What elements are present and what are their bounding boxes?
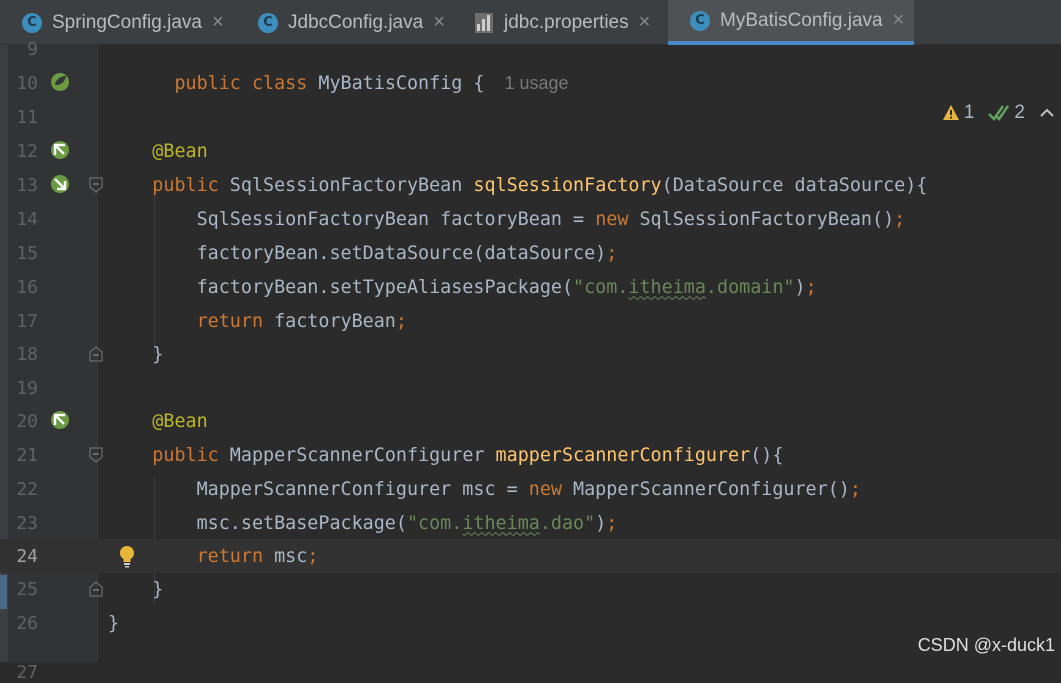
line-number: 13 (16, 174, 38, 196)
code-line: 10 public class MyBatisConfig {1 usage (0, 66, 1061, 100)
code-line: 20 @Bean (0, 404, 1061, 438)
code-line: 21 public MapperScannerConfigurer mapper… (0, 438, 1061, 472)
line-number: 19 (16, 377, 38, 399)
fold-end-icon[interactable] (89, 346, 103, 362)
close-tab-icon[interactable]: × (212, 11, 224, 34)
java-class-icon: C (690, 10, 710, 31)
java-class-icon: C (258, 12, 278, 33)
tab-label: JdbcConfig.java (288, 11, 424, 33)
close-tab-icon[interactable]: × (639, 11, 651, 34)
line-number: 14 (16, 208, 38, 230)
line-number: 27 (16, 662, 38, 683)
watermark: CSDN @x-duck1 (917, 635, 1055, 655)
code-line: 18 } (0, 337, 1061, 371)
line-number: 15 (16, 242, 38, 264)
line-number: 16 (16, 276, 38, 298)
tab-label: jdbc.properties (504, 11, 629, 33)
tab-label: MyBatisConfig.java (720, 9, 883, 31)
close-tab-icon[interactable]: × (433, 11, 445, 34)
navigate-bean-icon[interactable] (48, 408, 72, 432)
code-line: 22 MapperScannerConfigurer msc = new Map… (0, 472, 1061, 506)
line-number: 23 (16, 512, 38, 534)
code-line: 13 public SqlSessionFactoryBean sqlSessi… (0, 168, 1061, 202)
line-number: 12 (16, 140, 38, 162)
code-line-current: 24 return msc; (0, 539, 1061, 573)
usage-hint[interactable]: 1 usage (505, 73, 569, 93)
line-number: 26 (16, 612, 38, 634)
line-number: 18 (16, 343, 38, 365)
code-line: 11 (0, 100, 1061, 134)
line-number: 21 (16, 444, 38, 466)
code-line: 16 factoryBean.setTypeAliasesPackage("co… (0, 270, 1061, 304)
line-number: 10 (16, 72, 38, 94)
line-number: 17 (16, 310, 38, 332)
code-line: 26 } (0, 606, 1061, 640)
code-line: 14 SqlSessionFactoryBean factoryBean = n… (0, 202, 1061, 236)
code-line: 17 return factoryBean; (0, 304, 1061, 338)
fold-icon[interactable] (89, 177, 103, 193)
line-number: 22 (16, 478, 38, 500)
fold-icon[interactable] (89, 447, 103, 463)
line-number: 24 (16, 545, 38, 567)
tab-label: SpringConfig.java (52, 11, 202, 33)
code-line: 19 (0, 371, 1061, 405)
code-line: 27 (0, 640, 1061, 683)
code-editor[interactable]: 9 10 public class MyBatisConfig {1 usage… (0, 39, 1061, 683)
line-number: 20 (16, 410, 38, 432)
code-line: 23 msc.setBasePackage("com.itheima.dao")… (0, 506, 1061, 540)
navigate-bean-icon[interactable] (48, 138, 72, 162)
code-line: 12 @Bean (0, 134, 1061, 168)
line-number: 11 (16, 106, 38, 128)
code-line: 15 factoryBean.setDataSource(dataSource)… (0, 236, 1061, 270)
spring-bean-icon[interactable] (48, 70, 72, 94)
navigate-bean-icon[interactable] (48, 172, 72, 196)
properties-file-icon (474, 12, 494, 34)
close-tab-icon[interactable]: × (893, 9, 905, 32)
code-line: 25 } (0, 572, 1061, 606)
fold-end-icon[interactable] (89, 581, 103, 597)
java-class-icon: C (22, 12, 42, 33)
line-number: 25 (16, 578, 38, 600)
line-number: 9 (27, 38, 38, 60)
